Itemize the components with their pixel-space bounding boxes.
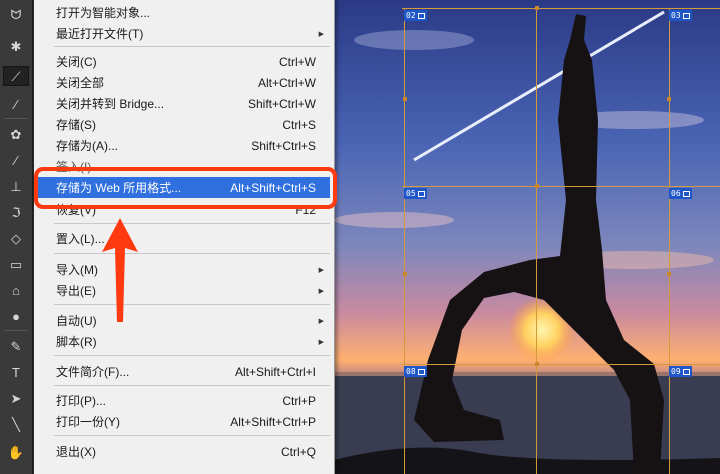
up-arrow-icon: [102, 218, 138, 322]
menu-item-save[interactable]: 存储(S) Ctrl+S: [36, 114, 330, 135]
slice-handle[interactable]: [535, 362, 539, 366]
magic-wand-icon[interactable]: ✱: [3, 36, 29, 56]
menu-item-scripts[interactable]: 脚本(R) ▶: [36, 331, 330, 352]
tool-divider: [4, 330, 28, 331]
menu-item-recent-files[interactable]: 最近打开文件(T) ▶: [36, 23, 330, 44]
history-brush-icon[interactable]: ℑ: [3, 202, 29, 222]
slice-handle[interactable]: [667, 97, 671, 101]
menu-item-open-as-smart-object[interactable]: 打开为智能对象...: [36, 2, 330, 23]
hand-icon[interactable]: ✋: [3, 442, 29, 462]
tools-panel: ᗢ ✱ ⟋ ⁄ ✿ ∕ ⊥ ℑ ◇ ▭ ⌂ ● ✎ T ➤ ╲ ✋: [0, 0, 33, 474]
slice-guide: [669, 8, 670, 474]
document-canvas[interactable]: 02 03 05 06 08 09: [334, 0, 720, 474]
menu-item-file-info[interactable]: 文件简介(F)... Alt+Shift+Ctrl+I: [36, 361, 330, 382]
slice-image-icon: [417, 368, 425, 375]
menu-item-print[interactable]: 打印(P)... Ctrl+P: [36, 390, 330, 411]
slice-guide: [402, 364, 720, 365]
slice-label[interactable]: 09: [669, 366, 692, 377]
menu-separator: [54, 253, 330, 254]
slice-image-icon: [682, 12, 690, 19]
slice-label[interactable]: 03: [669, 10, 692, 21]
slice-guide: [536, 8, 537, 474]
slice-guide: [402, 8, 720, 9]
submenu-arrow-icon: ▶: [318, 30, 324, 38]
slice-label[interactable]: 06: [669, 188, 692, 199]
menu-separator: [54, 355, 330, 356]
menu-separator: [54, 435, 330, 436]
menu-separator: [54, 46, 330, 47]
menu-item-import[interactable]: 导入(M) ▶: [36, 259, 330, 280]
eraser-icon[interactable]: ◇: [3, 228, 29, 248]
submenu-arrow-icon: ▶: [318, 287, 324, 295]
gradient-icon[interactable]: ▭: [3, 254, 29, 274]
slice-handle[interactable]: [535, 6, 539, 10]
slice-label[interactable]: 05: [404, 188, 427, 199]
menu-item-place[interactable]: 置入(L)...: [36, 228, 330, 249]
menu-item-close-and-go-to-bridge[interactable]: 关闭并转到 Bridge... Shift+Ctrl+W: [36, 93, 330, 114]
healing-brush-icon[interactable]: ✿: [3, 124, 29, 144]
menu-separator: [54, 304, 330, 305]
brush-icon[interactable]: ∕: [3, 150, 29, 170]
path-select-icon[interactable]: ➤: [3, 388, 29, 408]
slice-image-icon: [417, 190, 425, 197]
slice-handle[interactable]: [403, 272, 407, 276]
type-icon[interactable]: T: [3, 362, 29, 382]
menu-separator: [54, 385, 330, 386]
yoga-sunset-photo: [334, 0, 720, 474]
lasso-icon[interactable]: ᗢ: [3, 4, 29, 24]
slice-image-icon: [682, 190, 690, 197]
eyedropper-icon[interactable]: ⁄: [3, 94, 29, 114]
menu-item-close[interactable]: 关闭(C) Ctrl+W: [36, 51, 330, 72]
slice-handle[interactable]: [535, 184, 539, 188]
submenu-arrow-icon: ▶: [318, 266, 324, 274]
stamp-icon[interactable]: ⊥: [3, 176, 29, 196]
menu-item-print-one-copy[interactable]: 打印一份(Y) Alt+Shift+Ctrl+P: [36, 411, 330, 432]
blur-icon[interactable]: ⌂: [3, 280, 29, 300]
dodge-icon[interactable]: ●: [3, 306, 29, 326]
menu-item-exit[interactable]: 退出(X) Ctrl+Q: [36, 441, 330, 462]
pen-icon[interactable]: ✎: [3, 336, 29, 356]
file-menu: 打开为智能对象... 最近打开文件(T) ▶ 关闭(C) Ctrl+W 关闭全部 A…: [34, 0, 335, 474]
slice-label[interactable]: 08: [404, 366, 427, 377]
menu-item-close-all[interactable]: 关闭全部 Alt+Ctrl+W: [36, 72, 330, 93]
line-icon[interactable]: ╲: [3, 414, 29, 434]
slice-image-icon: [417, 12, 425, 19]
crop-icon[interactable]: ⟋: [3, 66, 29, 86]
slice-handle[interactable]: [667, 272, 671, 276]
submenu-arrow-icon: ▶: [318, 317, 324, 325]
menu-item-automate[interactable]: 自动(U) ▶: [36, 310, 330, 331]
submenu-arrow-icon: ▶: [318, 338, 324, 346]
menu-separator: [54, 223, 330, 224]
slice-label[interactable]: 02: [404, 10, 427, 21]
tool-divider: [4, 118, 28, 119]
slice-handle[interactable]: [403, 97, 407, 101]
slice-image-icon: [682, 368, 690, 375]
highlight-callout-box: [34, 167, 337, 209]
menu-item-export[interactable]: 导出(E) ▶: [36, 280, 330, 301]
menu-item-save-as[interactable]: 存储为(A)... Shift+Ctrl+S: [36, 135, 330, 156]
slice-guide: [404, 8, 405, 474]
slice-guide: [402, 186, 720, 187]
